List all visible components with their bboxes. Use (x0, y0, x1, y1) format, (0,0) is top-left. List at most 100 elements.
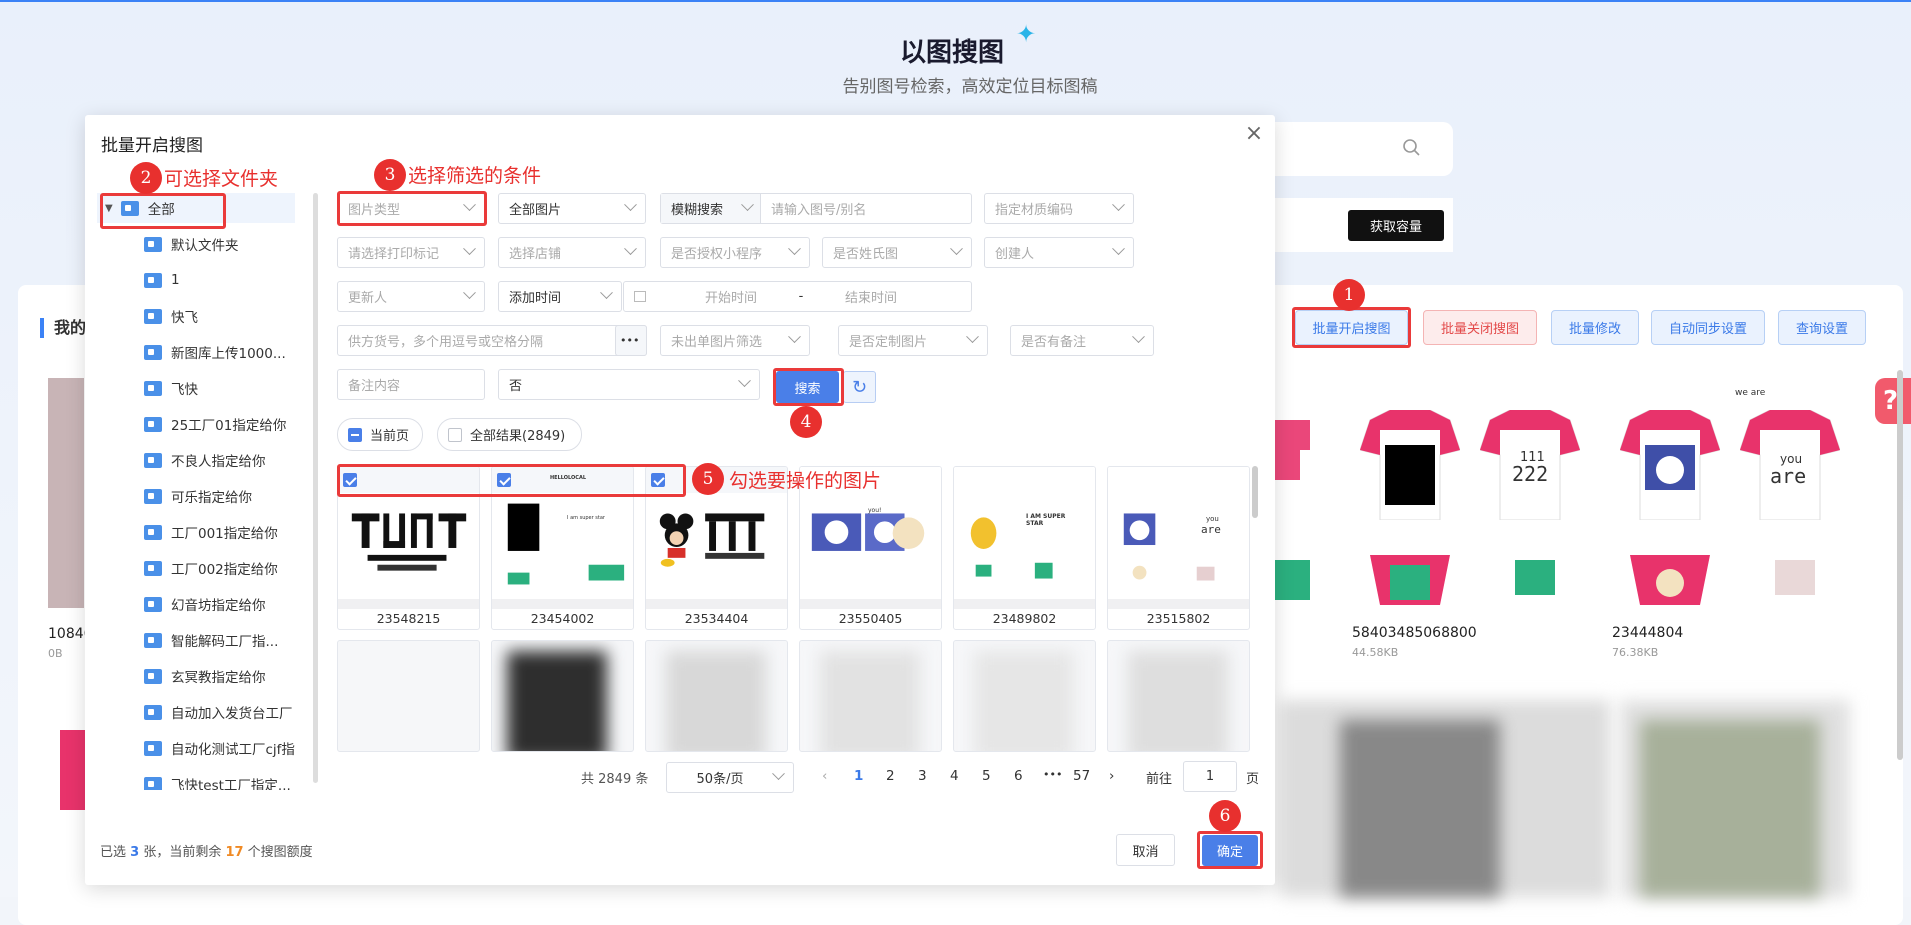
select-value: 否 (509, 379, 523, 394)
next-page-icon[interactable]: › (1109, 768, 1114, 784)
query-settings-button[interactable]: 查询设置 (1778, 310, 1866, 345)
all-results-checkbox[interactable]: 全部结果(2849) (437, 418, 582, 451)
note-content-input[interactable]: 备注内容 (337, 369, 485, 400)
has-note-select[interactable]: 是否有备注 (1010, 325, 1154, 356)
chevron-down-icon (1112, 198, 1125, 212)
bg-card-1-code: 58403485068800 (1352, 625, 1477, 641)
authorized-mini-select[interactable]: 是否授权小程序 (660, 237, 810, 268)
not-shipped-select[interactable]: 未出单图片筛选 (660, 325, 810, 356)
sparkle-icon: ✦ (1016, 20, 1037, 48)
fuzzy-search-select[interactable]: 模糊搜索 (661, 194, 761, 223)
batch-modify-button[interactable]: 批量修改 (1551, 310, 1639, 345)
tile-image (659, 513, 765, 567)
surname-image-select[interactable]: 是否姓氏图 (822, 237, 972, 268)
add-time-select[interactable]: 添加时间 (498, 281, 622, 312)
tree-item[interactable]: 新图库上传1000... (97, 337, 295, 367)
custom-image-select[interactable]: 是否定制图片 (838, 325, 988, 356)
tile-print-text: I am super star (567, 515, 605, 521)
page-subtitle: 告别图号检索，高效定位目标图稿 (842, 77, 1098, 97)
image-tile[interactable] (491, 640, 634, 752)
updater-select[interactable]: 更新人 (337, 281, 485, 312)
image-tile[interactable] (799, 640, 942, 752)
tree-item[interactable]: 工厂001指定给你 (97, 517, 295, 547)
prev-page-icon[interactable]: ‹ (822, 768, 827, 784)
tree-item[interactable]: 25工厂01指定给你 (97, 409, 295, 439)
tree-item[interactable]: 不良人指定给你 (97, 445, 295, 475)
tree-item[interactable]: 自动化测试工厂cjf指 (97, 733, 295, 763)
goto-suffix: 页 (1246, 772, 1260, 787)
batch-disable-search-button[interactable]: 批量关闭搜图 (1423, 310, 1537, 345)
page-4[interactable]: 4 (950, 768, 959, 784)
print-mark-select[interactable]: 请选择打印标记 (337, 237, 485, 268)
supplier-sku-input[interactable]: 供方货号，多个用逗号或空格分隔 (337, 325, 647, 356)
annotation-text-2: 可选择文件夹 (164, 168, 279, 190)
partial-image-left (48, 378, 84, 608)
image-tile[interactable]: I AM SUPER STAR 23489802 (953, 466, 1096, 630)
get-quota-button[interactable]: 获取容量 (1348, 210, 1444, 241)
image-tile[interactable] (1107, 640, 1250, 752)
image-tile[interactable] (645, 640, 788, 752)
select-value: 50条/页 (696, 772, 744, 787)
page-1[interactable]: 1 (854, 768, 863, 784)
page-title: 以图搜图 (900, 38, 1005, 68)
tree-item-label: 玄冥教指定给你 (171, 670, 266, 686)
more-pages[interactable]: ••• (1043, 768, 1062, 781)
tree-item[interactable]: 1 (97, 265, 295, 295)
date-range-picker[interactable]: 开始时间 - 结束时间 (623, 281, 972, 312)
tree-item[interactable]: 默认文件夹 (97, 229, 295, 259)
search-icon[interactable] (1402, 138, 1422, 158)
checkbox-label: 全部结果(2849) (470, 429, 566, 444)
image-tile[interactable] (337, 640, 480, 752)
page-57[interactable]: 57 (1073, 768, 1090, 784)
page-3[interactable]: 3 (918, 768, 927, 784)
close-icon[interactable]: × (1244, 123, 1264, 145)
code-search-input[interactable]: 模糊搜索 请输入图号/别名 (660, 193, 972, 224)
select-placeholder: 是否姓氏图 (833, 247, 899, 262)
date-separator: - (798, 289, 804, 304)
tree-item[interactable]: 幻音坊指定给你 (97, 589, 295, 619)
page-6[interactable]: 6 (1014, 768, 1023, 784)
folder-icon (144, 488, 162, 504)
tree-scrollbar[interactable] (313, 193, 318, 783)
tree-item[interactable]: 自动加入发货台工厂 (97, 697, 295, 727)
tree-item[interactable]: 飞快 (97, 373, 295, 403)
current-page-checkbox[interactable]: 当前页 (337, 418, 423, 451)
tree-item[interactable]: 可乐指定给你 (97, 481, 295, 511)
page-5[interactable]: 5 (982, 768, 991, 784)
annotation-num-6: 6 (1209, 800, 1241, 832)
material-code-select[interactable]: 指定材质编码 (984, 193, 1134, 224)
tile-band (1108, 599, 1249, 609)
tree-item[interactable]: 工厂002指定给你 (97, 553, 295, 583)
refresh-icon[interactable]: ↻ (843, 371, 876, 403)
tree-item[interactable]: 智能解码工厂指... (97, 625, 295, 655)
creator-select[interactable]: 创建人 (984, 237, 1134, 268)
shop-select[interactable]: 选择店铺 (498, 237, 646, 268)
select-placeholder: 选择店铺 (509, 247, 562, 262)
page-size-select[interactable]: 50条/页 (666, 762, 794, 793)
no-value-select[interactable]: 否 (498, 369, 760, 400)
cancel-button[interactable]: 取消 (1116, 834, 1175, 866)
goto-page-input[interactable]: 1 (1183, 761, 1237, 792)
all-images-select[interactable]: 全部图片 (498, 193, 646, 224)
tile-band (338, 599, 479, 609)
page-2[interactable]: 2 (886, 768, 895, 784)
tree-item[interactable]: 玄冥教指定给你 (97, 661, 295, 691)
tile-band (646, 599, 787, 609)
folder-icon (144, 272, 162, 288)
more-button[interactable]: ••• (615, 325, 647, 356)
annotation-num-1: 1 (1333, 279, 1365, 311)
help-icon[interactable]: ? (1875, 378, 1911, 424)
checkbox-label: 当前页 (370, 429, 410, 444)
input-placeholder: 请输入图号/别名 (771, 203, 867, 218)
tree-item[interactable]: 飞快test工厂指定... (97, 769, 295, 790)
chevron-down-icon (624, 242, 637, 256)
auto-sync-settings-button[interactable]: 自动同步设置 (1651, 310, 1765, 345)
bg-card-2-code: 23444804 (1612, 625, 1684, 641)
tile-print-text: you (1206, 515, 1219, 523)
tree-item-label: 智能解码工厂指... (171, 634, 279, 650)
image-tile[interactable] (953, 640, 1096, 752)
tree-item[interactable]: 快飞 (97, 301, 295, 331)
image-tile[interactable]: you are 23515802 (1107, 466, 1250, 630)
page-scrollbar[interactable] (1897, 370, 1903, 760)
grid-scrollbar[interactable] (1252, 466, 1258, 518)
